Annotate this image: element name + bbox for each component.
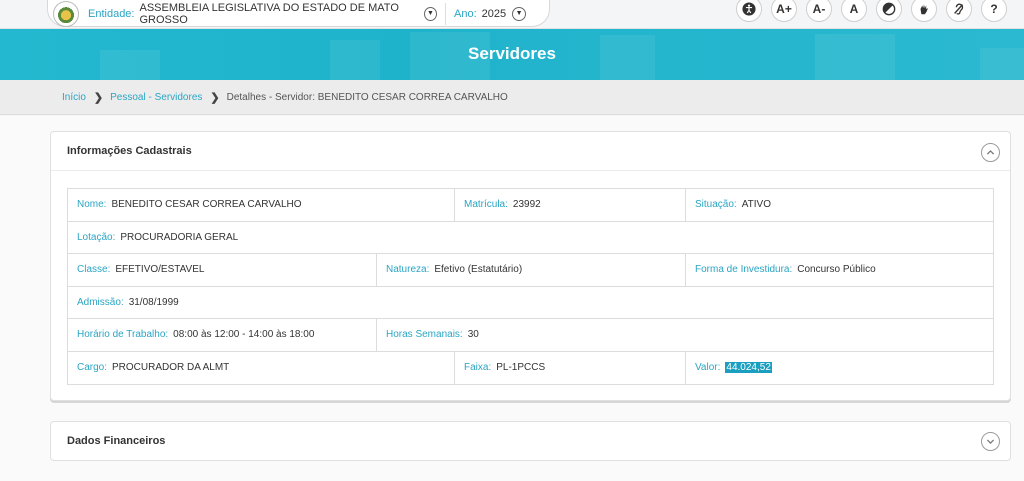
info-row: Cargo: PROCURADOR DA ALMT Faixa: PL-1PCC… — [68, 351, 993, 385]
field-value-selected: 44.024,52 — [725, 362, 772, 374]
field-faixa: Faixa: PL-1PCCS — [455, 351, 686, 384]
field-admissao: Admissão: 31/08/1999 — [68, 287, 993, 319]
info-row: Lotação: PROCURADORIA GERAL — [68, 222, 993, 254]
financial-panel: Dados Financeiros — [50, 421, 1011, 461]
font-increase-button[interactable]: A+ — [771, 0, 797, 22]
field-natureza: Natureza: Efetivo (Estatutário) — [377, 254, 686, 286]
ano-select[interactable]: Ano: 2025 ▼ — [454, 6, 534, 21]
field-value: EFETIVO/ESTAVEL — [115, 264, 205, 276]
field-horario: Horário de Trabalho: 08:00 às 12:00 - 14… — [68, 319, 377, 351]
font-normal-button[interactable]: A — [841, 0, 867, 22]
field-label: Forma de Investidura: — [695, 264, 793, 276]
ano-label: Ano: — [454, 7, 477, 20]
field-value: PROCURADORIA GERAL — [120, 231, 239, 243]
financial-panel-header[interactable]: Dados Financeiros — [51, 422, 1010, 460]
entity-year-selector: Entidade: ASSEMBLEIA LEGISLATIVA DO ESTA… — [47, 0, 550, 27]
financial-panel-title: Dados Financeiros — [67, 435, 166, 447]
field-nome: Nome: BENEDITO CESAR CORREA CARVALHO — [68, 189, 455, 221]
breadcrumb-home[interactable]: Início — [62, 92, 86, 103]
chevron-right-icon: ❯ — [93, 91, 104, 104]
help-button[interactable]: ? — [981, 0, 1007, 22]
field-label: Valor: — [695, 362, 721, 374]
info-row: Nome: BENEDITO CESAR CORREA CARVALHO Mat… — [68, 189, 993, 222]
field-label: Lotação: — [77, 231, 116, 243]
field-label: Horário de Trabalho: — [77, 329, 169, 341]
field-label: Nome: — [77, 199, 107, 211]
field-value: BENEDITO CESAR CORREA CARVALHO — [111, 199, 302, 211]
info-row: Admissão: 31/08/1999 — [68, 287, 993, 319]
field-label: Classe: — [77, 264, 111, 276]
info-panel: Informações Cadastrais Nome: BENEDITO CE… — [50, 131, 1011, 401]
sign-language-icon[interactable] — [911, 0, 937, 22]
field-value: 23992 — [512, 199, 541, 211]
info-grid: Nome: BENEDITO CESAR CORREA CARVALHO Mat… — [67, 188, 994, 385]
breadcrumb: Início ❯ Pessoal - Servidores ❯ Detalhes… — [0, 80, 1024, 115]
ano-value: 2025 — [481, 7, 507, 20]
font-decrease-button[interactable]: A- — [806, 0, 832, 22]
field-situacao: Situação: ATIVO — [686, 189, 993, 221]
field-label: Horas Semanais: — [386, 329, 463, 341]
field-value: 30 — [467, 329, 479, 341]
field-label: Admissão: — [77, 296, 124, 308]
info-panel-header[interactable]: Informações Cadastrais — [51, 132, 1010, 171]
field-classe: Classe: EFETIVO/ESTAVEL — [68, 254, 377, 286]
info-row: Classe: EFETIVO/ESTAVEL Natureza: Efetiv… — [68, 254, 993, 287]
page-banner: Servidores — [0, 29, 1024, 80]
info-panel-title: Informações Cadastrais — [67, 145, 192, 157]
chevron-down-icon[interactable]: ▼ — [512, 6, 526, 21]
breadcrumb-current: Detalhes - Servidor: BENEDITO CESAR CORR… — [226, 91, 508, 103]
accessibility-toolbar: A+ A- A ? — [736, 0, 1007, 22]
field-lotacao: Lotação: PROCURADORIA GERAL — [68, 222, 993, 254]
chevron-down-icon[interactable] — [981, 432, 1000, 451]
field-label: Faixa: — [464, 362, 492, 374]
field-cargo: Cargo: PROCURADOR DA ALMT — [68, 351, 455, 384]
field-forma-investidura: Forma de Investidura: Concurso Público — [686, 254, 993, 286]
field-value: Efetivo (Estatutário) — [434, 264, 523, 276]
info-row: Horário de Trabalho: 08:00 às 12:00 - 14… — [68, 319, 993, 352]
field-value: 31/08/1999 — [128, 296, 179, 308]
field-value: ATIVO — [741, 199, 771, 211]
page-title: Servidores — [468, 44, 556, 63]
entidade-label: Entidade: — [88, 7, 135, 20]
chevron-up-icon[interactable] — [981, 143, 1000, 162]
entidade-select[interactable]: Entidade: ASSEMBLEIA LEGISLATIVA DO ESTA… — [88, 2, 445, 26]
field-label: Matrícula: — [464, 199, 508, 211]
field-matricula: Matrícula: 23992 — [455, 189, 686, 221]
field-horas-semanais: Horas Semanais: 30 — [377, 319, 993, 351]
field-value: PL-1PCCS — [496, 362, 546, 374]
divider — [445, 2, 446, 25]
entidade-value: ASSEMBLEIA LEGISLATIVA DO ESTADO DE MATO… — [139, 1, 399, 26]
field-value: Concurso Público — [797, 264, 876, 276]
field-label: Situação: — [695, 199, 737, 211]
field-value: PROCURADOR DA ALMT — [112, 362, 230, 374]
field-value: 08:00 às 12:00 - 14:00 às 18:00 — [173, 329, 315, 341]
accessibility-icon[interactable] — [736, 0, 762, 22]
entity-logo — [53, 0, 79, 27]
field-label: Cargo: — [77, 362, 108, 374]
hearing-icon[interactable] — [946, 0, 972, 22]
breadcrumb-servidores[interactable]: Pessoal - Servidores — [110, 92, 202, 103]
field-label: Natureza: — [386, 264, 430, 276]
field-valor: Valor: 44.024,52 — [686, 352, 993, 385]
chevron-right-icon: ❯ — [210, 91, 220, 104]
top-bar: Entidade: ASSEMBLEIA LEGISLATIVA DO ESTA… — [0, 0, 1024, 29]
contrast-icon[interactable] — [876, 0, 902, 22]
chevron-down-icon[interactable]: ▼ — [424, 6, 437, 21]
